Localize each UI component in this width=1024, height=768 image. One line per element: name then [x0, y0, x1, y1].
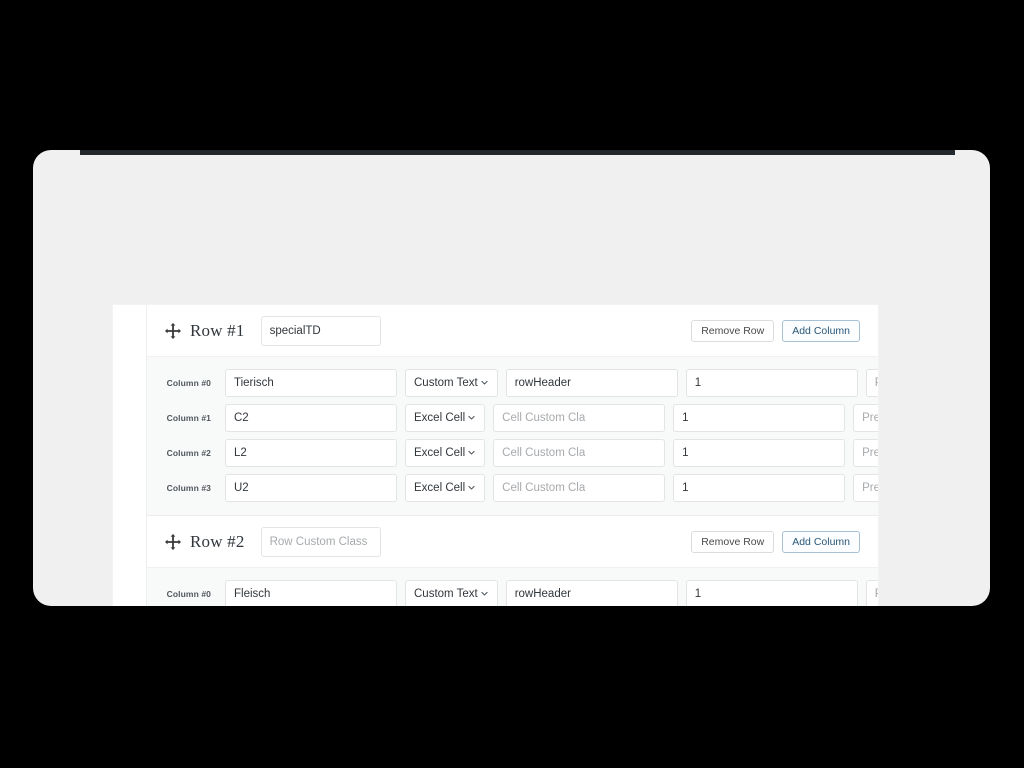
column-label: Column #3 [166, 482, 211, 493]
cell-multiplier-input[interactable] [673, 438, 846, 467]
column-label: Column #1 [166, 412, 211, 423]
cell-value-input[interactable] [225, 403, 397, 432]
cell-value-input[interactable] [225, 368, 397, 397]
cell-type-select[interactable]: Excel Cell [405, 438, 486, 467]
cell-multiplier-input[interactable] [673, 473, 846, 502]
chevron-down-icon [480, 589, 489, 598]
cells-area: Column #0Custom TextUse DecimalsRemove C… [147, 568, 878, 606]
chevron-down-icon [467, 448, 476, 457]
cell-row: Column #3Excel CellUse DecimalsRemove Ce… [165, 470, 878, 505]
row-custom-class-input[interactable] [260, 526, 381, 557]
admin-bar [80, 150, 955, 155]
row-header: Row #2 Remove Row Add Column [147, 516, 878, 568]
cell-prefix-input[interactable] [865, 368, 878, 397]
chevron-down-icon [480, 378, 489, 387]
add-column-button[interactable]: Add Column [782, 530, 860, 553]
chevron-down-icon [467, 483, 476, 492]
cell-value-input[interactable] [225, 579, 397, 606]
remove-row-button[interactable]: Remove Row [691, 530, 775, 553]
cell-type-select-value: Custom Text [414, 376, 478, 389]
rows-scroll-viewport[interactable]: Row #1 Remove Row Add Column Column #0 Custo… [146, 305, 878, 606]
cell-custom-class-input[interactable] [493, 473, 666, 502]
cell-prefix-input[interactable] [853, 438, 878, 467]
column-label: Column #0 [166, 377, 211, 388]
row-title: Row #1 [190, 320, 245, 340]
browser-frame: Row #1 Remove Row Add Column Column #0 Custo… [33, 150, 990, 606]
row-header-actions: Remove Row Add Column [691, 530, 860, 553]
row-block: Row #1 Remove Row Add Column Column #0 Custo… [147, 305, 878, 516]
cell-type-select-value: Excel Cell [414, 481, 466, 494]
cell-multiplier-input[interactable] [685, 579, 858, 606]
row-header: Row #1 Remove Row Add Column [147, 305, 878, 357]
cell-prefix-input[interactable] [853, 403, 878, 432]
cell-custom-class-input[interactable] [505, 579, 678, 606]
cell-type-select[interactable]: Custom Text [405, 368, 498, 397]
row-custom-class-input[interactable] [260, 315, 381, 346]
cell-prefix-input[interactable] [865, 579, 878, 606]
rows-container: Row #1 Remove Row Add Column Column #0 Custo… [147, 305, 878, 606]
cell-value-input[interactable] [225, 473, 397, 502]
cell-row: Column #0Custom TextUse DecimalsRemove C… [165, 576, 878, 606]
chevron-down-icon [467, 413, 476, 422]
cell-type-select-value: Excel Cell [414, 446, 466, 459]
cell-multiplier-input[interactable] [685, 368, 858, 397]
cell-row: Column #0Custom TextUse DecimalsRemove C… [165, 365, 878, 400]
row-block: Row #2 Remove Row Add Column Column #0 Custo… [147, 516, 878, 606]
cell-custom-class-input[interactable] [493, 403, 666, 432]
cell-row: Column #2Excel CellUse DecimalsRemove Ce… [165, 435, 878, 470]
cell-type-select-value: Custom Text [414, 587, 478, 600]
cell-type-select-value: Excel Cell [414, 411, 466, 424]
move-arrows-icon[interactable] [165, 533, 181, 550]
column-label: Column #0 [166, 588, 211, 599]
cell-prefix-input[interactable] [853, 473, 878, 502]
row-header-actions: Remove Row Add Column [691, 319, 860, 342]
row-title: Row #2 [190, 531, 245, 551]
cells-area: Column #0Custom TextUse DecimalsRemove C… [147, 357, 878, 516]
cell-value-input[interactable] [225, 438, 397, 467]
cell-multiplier-input[interactable] [673, 403, 846, 432]
cell-custom-class-input[interactable] [493, 438, 666, 467]
cell-custom-class-input[interactable] [505, 368, 678, 397]
column-label: Column #2 [166, 447, 211, 458]
cell-row: Column #1Excel CellUse DecimalsRemove Ce… [165, 400, 878, 435]
cell-type-select[interactable]: Excel Cell [405, 473, 486, 502]
add-column-button[interactable]: Add Column [782, 319, 860, 342]
cell-type-select[interactable]: Excel Cell [405, 403, 486, 432]
move-arrows-icon[interactable] [165, 322, 181, 339]
content-panel: Row #1 Remove Row Add Column Column #0 Custo… [113, 305, 878, 606]
remove-row-button[interactable]: Remove Row [691, 319, 775, 342]
cell-type-select[interactable]: Custom Text [405, 579, 498, 606]
